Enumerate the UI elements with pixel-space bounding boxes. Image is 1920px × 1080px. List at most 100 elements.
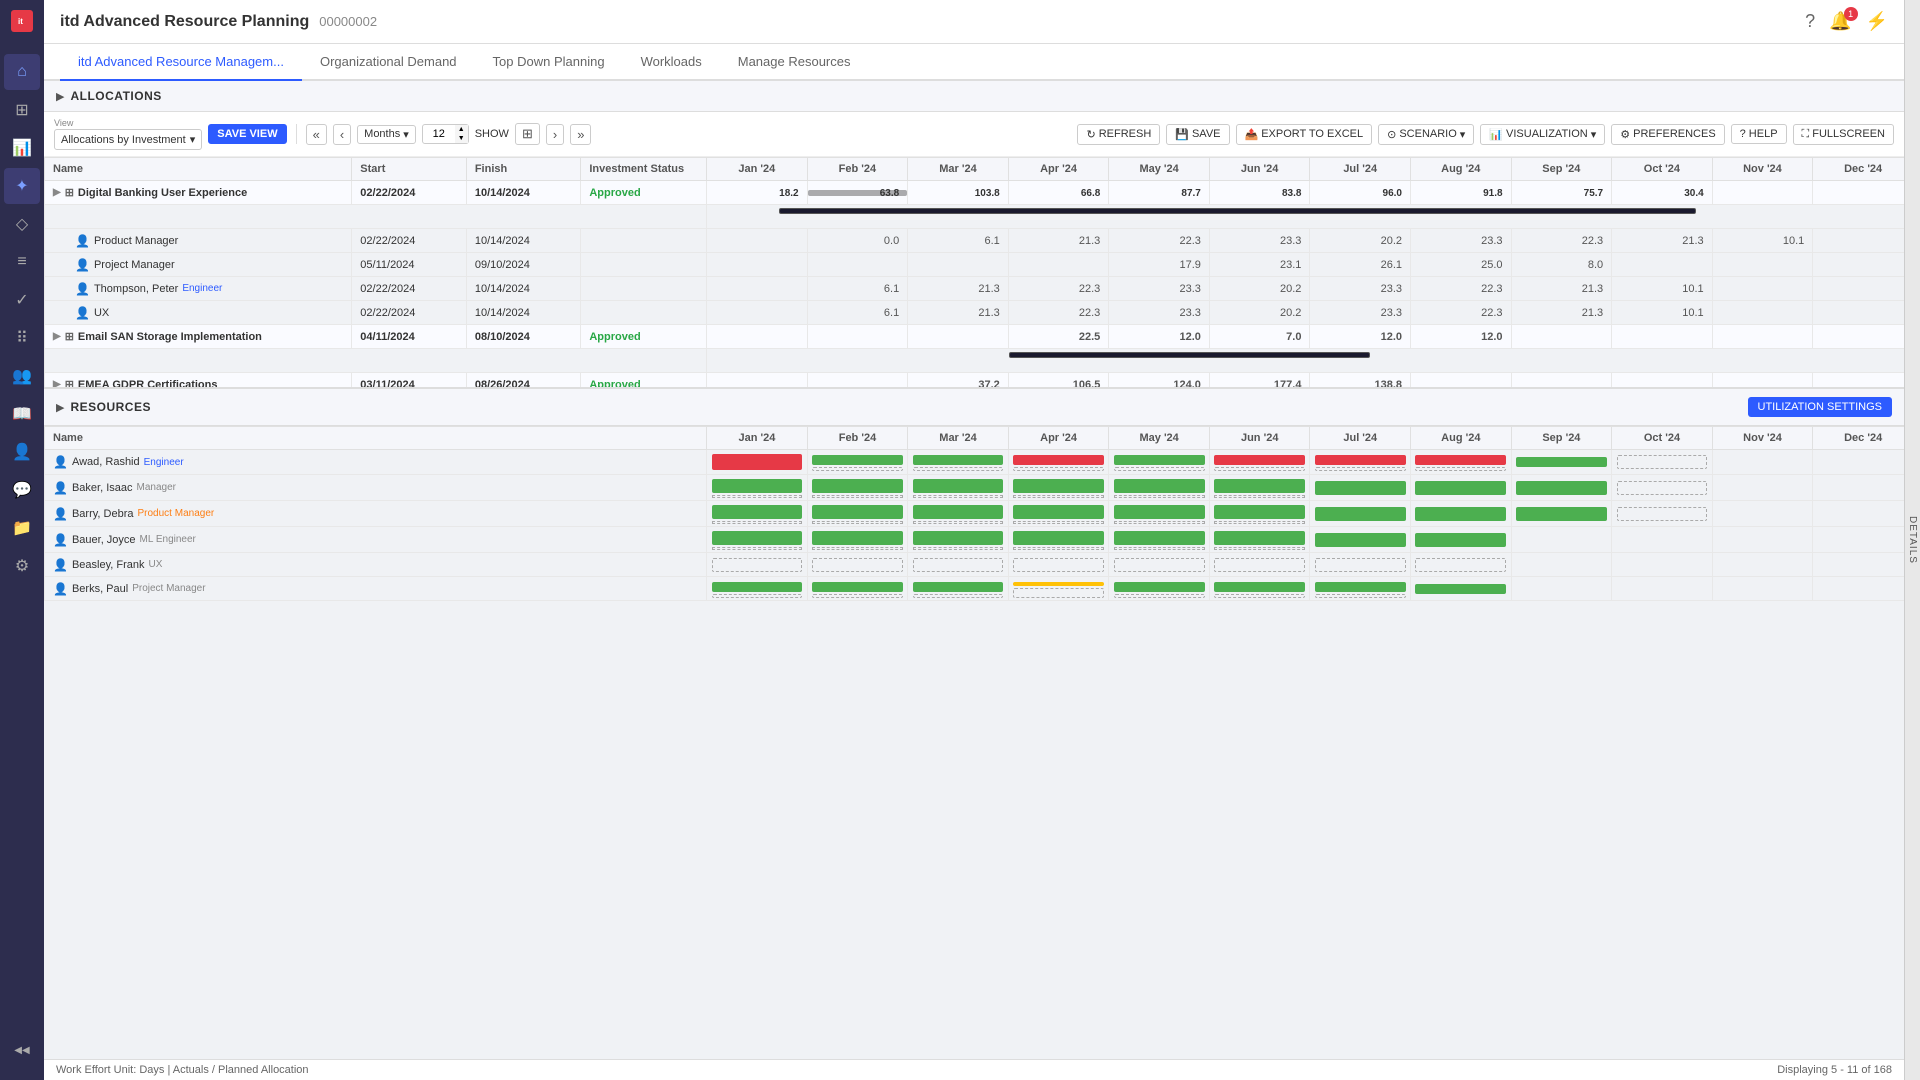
cell-finish: 10/14/2024 <box>466 301 581 325</box>
sidebar-item-users[interactable]: 👥 <box>4 358 40 394</box>
cell-apr: 22.5 <box>1008 325 1109 349</box>
tab-top-down[interactable]: Top Down Planning <box>475 44 623 81</box>
project-icon: ⊞ <box>65 186 74 199</box>
sidebar-item-home[interactable]: ⌂ <box>4 54 40 90</box>
cell-sep: 21.3 <box>1511 277 1612 301</box>
cell-apr: 22.3 <box>1008 277 1109 301</box>
cell-mar <box>908 253 1009 277</box>
sidebar-item-check[interactable]: ✓ <box>4 282 40 318</box>
dots-icon: ⠿ <box>16 328 28 348</box>
period-count-input[interactable] <box>423 128 455 140</box>
sidebar-item-dots[interactable]: ⠿ <box>4 320 40 356</box>
export-button[interactable]: 📤 EXPORT TO EXCEL <box>1236 124 1373 145</box>
cell-mar: 21.3 <box>908 277 1009 301</box>
nav-next-button[interactable]: › <box>546 124 564 145</box>
sidebar-item-collapse[interactable]: ◀◀ <box>4 1032 40 1068</box>
fullscreen-button[interactable]: ⛶ FULLSCREEN <box>1793 124 1894 145</box>
spinner-up[interactable]: ▲ <box>455 125 468 134</box>
cell-mar: 103.8 <box>975 188 1000 199</box>
sidebar-item-target[interactable]: ✦ <box>4 168 40 204</box>
bell-icon[interactable]: 🔔1 <box>1829 11 1851 32</box>
sidebar-item-grid[interactable]: ⊞ <box>4 92 40 128</box>
expand-icon[interactable]: ▶ <box>53 187 61 198</box>
spinner-down[interactable]: ▼ <box>455 134 468 143</box>
cell-start: 02/22/2024 <box>352 277 467 301</box>
visualization-button[interactable]: 📊 VISUALIZATION ▾ <box>1480 124 1605 145</box>
expand-icon3[interactable]: ▶ <box>53 379 61 387</box>
sidebar-item-idea[interactable]: ◇ <box>4 206 40 242</box>
person-icon: 👤 <box>75 234 90 248</box>
res-bar3-jul <box>1310 501 1411 527</box>
check-icon: ✓ <box>15 290 28 310</box>
res-bar4-oct <box>1612 527 1713 553</box>
res-bar4-aug <box>1411 527 1512 553</box>
nav-first-button[interactable]: « <box>306 124 327 145</box>
role-badge: Engineer <box>182 283 222 294</box>
res-name-cell4: 👤 Bauer, Joyce ML Engineer <box>45 527 707 553</box>
person-icon5: 👤 <box>53 455 68 469</box>
alloc-toggle[interactable]: ▶ <box>56 90 64 103</box>
alloc-title: ALLOCATIONS <box>70 89 161 103</box>
res-name-text4: Bauer, Joyce <box>72 534 136 546</box>
sidebar-item-chat[interactable]: 💬 <box>4 472 40 508</box>
res-bar-jul <box>1310 450 1411 475</box>
utilization-settings-button[interactable]: UTILIZATION SETTINGS <box>1748 397 1892 417</box>
res-name-cell: 👤 Awad, Rashid Engineer <box>45 450 707 475</box>
sidebar-item-list[interactable]: ≡ <box>4 244 40 280</box>
res-bar6-mar <box>908 577 1009 601</box>
col-dec-header: Dec '24 <box>1813 158 1904 181</box>
sidebar-item-person[interactable]: 👤 <box>4 434 40 470</box>
cell-dec <box>1813 277 1904 301</box>
save-view-button[interactable]: SAVE VIEW <box>208 124 286 144</box>
res-bar2-jun <box>1209 475 1310 501</box>
res-bar2-nov <box>1712 475 1813 501</box>
period-count-spinner[interactable]: ▲ ▼ <box>422 124 469 144</box>
save-button[interactable]: 💾 SAVE <box>1166 124 1229 145</box>
lightning-icon[interactable]: ⚡ <box>1866 11 1888 32</box>
preferences-button[interactable]: ⚙ PREFERENCES <box>1611 124 1724 145</box>
refresh-label: REFRESH <box>1099 128 1152 140</box>
cell-dec <box>1813 181 1904 205</box>
tab-workloads[interactable]: Workloads <box>623 44 720 81</box>
col-aug-header: Aug '24 <box>1411 158 1512 181</box>
nav-last-button[interactable]: » <box>570 124 591 145</box>
list-item: 👤 Bauer, Joyce ML Engineer <box>45 527 1905 553</box>
cell-jan <box>707 253 808 277</box>
cell-status <box>581 301 707 325</box>
res-role4: ML Engineer <box>140 534 196 545</box>
period-select[interactable]: Months ▾ <box>357 125 416 144</box>
table-row: 👤 Thompson, Peter Engineer 02/22/2024 10… <box>45 277 1905 301</box>
tab-manage-resources[interactable]: Manage Resources <box>720 44 869 81</box>
cell-jan <box>707 301 808 325</box>
res-bar-jun <box>1209 450 1310 475</box>
table-row: 👤 Project Manager 05/11/2024 09/10/2024 <box>45 253 1905 277</box>
cell-nov <box>1712 181 1813 205</box>
tab-org-demand[interactable]: Organizational Demand <box>302 44 475 81</box>
topbar-actions: ? 🔔1 ⚡ <box>1805 11 1888 32</box>
refresh-button[interactable]: ↻ REFRESH <box>1077 124 1160 145</box>
cell-jun: 177.4 <box>1209 373 1310 388</box>
list-item: 👤 Baker, Isaac Manager <box>45 475 1905 501</box>
sidebar-item-folder[interactable]: 📁 <box>4 510 40 546</box>
cell-apr: 22.3 <box>1008 301 1109 325</box>
tab-advanced-resource[interactable]: itd Advanced Resource Managem... <box>60 44 302 81</box>
show-icon-btn[interactable]: ⊞ <box>515 123 540 145</box>
cell-sep <box>1511 373 1612 388</box>
sidebar-item-chart[interactable]: 📊 <box>4 130 40 166</box>
help-icon[interactable]: ? <box>1805 11 1815 32</box>
nav-prev-button[interactable]: ‹ <box>333 124 351 145</box>
res-name-text5: Beasley, Frank <box>72 559 145 571</box>
export-label: EXPORT TO EXCEL <box>1261 128 1363 140</box>
help-toolbar-button[interactable]: ? HELP <box>1731 124 1787 144</box>
sidebar-item-settings[interactable]: ⚙ <box>4 548 40 584</box>
details-panel-tab[interactable]: DETAILS <box>1904 0 1920 1080</box>
scenario-button[interactable]: ⊙ SCENARIO ▾ <box>1378 124 1474 145</box>
resources-toggle[interactable]: ▶ <box>56 401 64 414</box>
cell-start: 05/11/2024 <box>352 253 467 277</box>
sidebar-item-book[interactable]: 📖 <box>4 396 40 432</box>
view-select[interactable]: Allocations by Investment ▾ <box>54 129 202 150</box>
collapse-icon: ◀◀ <box>14 1045 29 1056</box>
chevron-down-icon3: ▾ <box>1460 128 1466 141</box>
visualization-label: VISUALIZATION <box>1506 128 1588 140</box>
expand-icon2[interactable]: ▶ <box>53 331 61 342</box>
